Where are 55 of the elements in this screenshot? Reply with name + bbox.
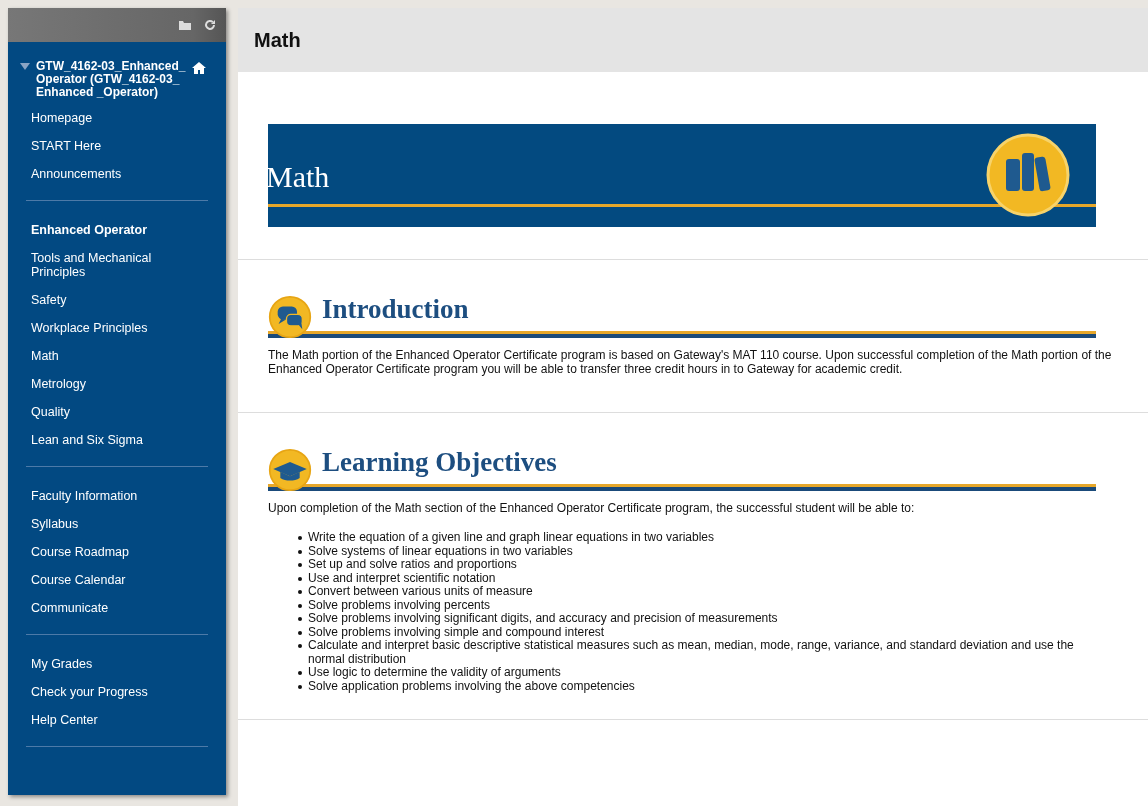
menu-link[interactable]: Safety	[31, 286, 67, 314]
menu-link[interactable]: Faculty Information	[31, 482, 138, 510]
menu-heading: Enhanced Operator	[31, 222, 147, 239]
list-item-text: Calculate and interpret basic descriptive statistical measures such as mean, median, mode, range, variance, and standard deviation and use the normal distribution	[308, 639, 1075, 666]
books-icon	[986, 133, 1070, 217]
list-item-text: Solve systems of linear equations in two variables	[308, 544, 573, 558]
bullet-icon	[298, 536, 302, 540]
menu-link[interactable]: Check your Progress	[31, 678, 148, 706]
menu-link[interactable]: Communicate	[31, 594, 109, 622]
menu-link[interactable]: Announcements	[31, 160, 122, 188]
list-item-text: Solve application problems involving the above competencies	[308, 679, 635, 693]
bullet-icon	[298, 684, 302, 689]
collapse-arrow-icon[interactable]	[20, 63, 30, 71]
menu-link[interactable]: Syllabus	[31, 510, 79, 538]
paragraph: The Math portion of the Enhanced Operator Certificate program is based on Gateway's MAT 110 course. Upon successful completion of the Math portion of the Enhanced Operator Certificate program you will be able to transfer three credit hours in to Gateway for academic credit.	[268, 348, 1113, 376]
home-icon[interactable]	[192, 61, 206, 75]
menu-link[interactable]: Workplace Principles	[31, 314, 148, 342]
menu-link[interactable]: Lean and Six Sigma	[31, 426, 143, 454]
refresh-icon[interactable]	[204, 19, 216, 31]
menu-link[interactable]: Help Center	[31, 706, 98, 734]
menu-link[interactable]: Homepage	[31, 104, 93, 132]
menu-link[interactable]: Math	[31, 342, 59, 370]
course-title[interactable]: GTW_4162-03_Enhanced_Operator (GTW_4162-03_Enhanced _Operator)	[36, 60, 186, 99]
bullet-icon	[298, 630, 302, 635]
menu-link[interactable]: My Grades	[31, 650, 93, 678]
menu-link[interactable]: START Here	[31, 132, 102, 160]
bullet-icon	[298, 671, 302, 675]
bullet-icon	[298, 617, 302, 621]
menu-link[interactable]: Course Calendar	[31, 566, 126, 594]
menu-link[interactable]: Tools and Mechanical Principles	[31, 244, 208, 286]
bullet-icon	[298, 576, 302, 581]
section-heading: Learning Objectives	[322, 447, 557, 478]
speech-bubbles-icon	[268, 295, 312, 339]
bullet-icon	[298, 563, 302, 567]
menu-link[interactable]: Course Roadmap	[31, 538, 129, 566]
section-heading: Introduction	[322, 294, 469, 325]
list-item-text: Use logic to determine the validity of arguments	[308, 666, 561, 680]
menu-link[interactable]: Metrology	[31, 370, 86, 398]
bullet-icon	[298, 590, 302, 594]
list-item-text: Set up and solve ratios and proportions	[308, 558, 517, 572]
list-item-text: Write the equation of a given line and graph linear equations in two variables	[308, 531, 715, 545]
bullet-icon	[298, 549, 302, 554]
list-item-text: Solve problems involving significant digits, and accuracy and precision of measurements	[308, 612, 778, 626]
paragraph: Upon completion of the Math section of the Enhanced Operator Certificate program, the successful student will be able to:	[268, 501, 916, 515]
page-title: Math	[254, 28, 301, 52]
bullet-icon	[298, 603, 302, 608]
list-item-text: Solve problems involving percents	[308, 598, 491, 612]
menu-link[interactable]: Quality	[31, 398, 70, 426]
list-item-text: Use and interpret scientific notation	[308, 571, 496, 585]
bullet-icon	[298, 644, 302, 648]
list-item-text: Convert between various units of measure	[308, 585, 533, 599]
banner-title: Math	[266, 160, 330, 194]
list-item-text: Solve problems involving simple and compound interest	[308, 625, 605, 639]
folder-icon[interactable]	[178, 19, 192, 31]
graduation-cap-icon	[268, 448, 312, 492]
